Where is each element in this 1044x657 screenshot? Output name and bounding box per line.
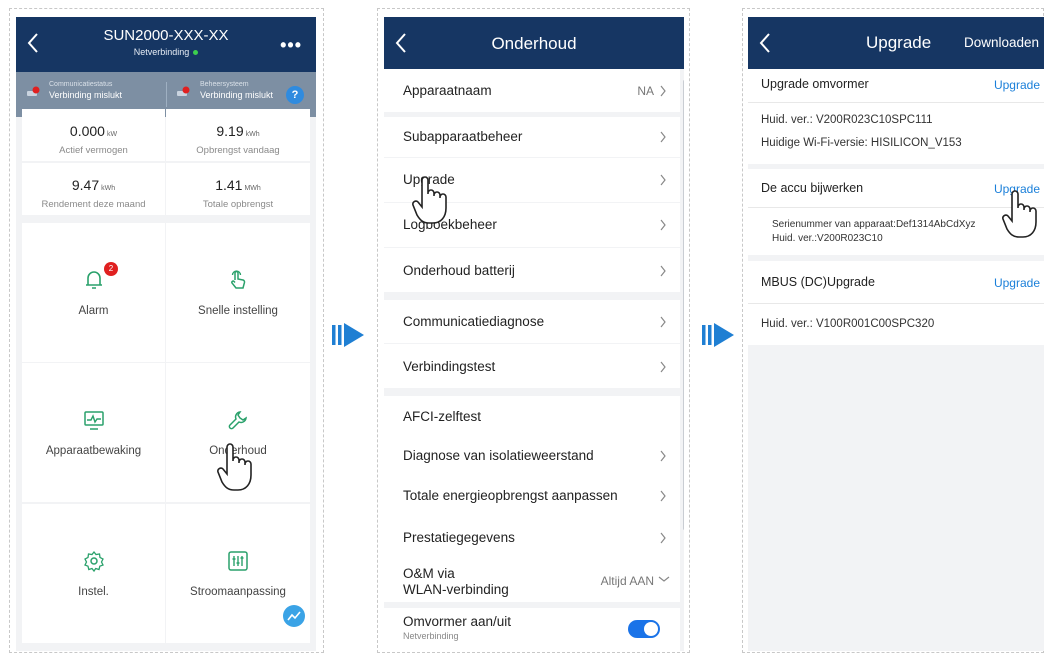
tile-power-adjustment[interactable]: Stroomaanpassing (166, 504, 310, 643)
chevron-right-icon (660, 131, 666, 143)
chevron-right-icon (660, 265, 666, 277)
row-performance-data[interactable]: Prestatiegegevens (384, 516, 680, 558)
upgrade-screen: Upgrade Downloaden Upgrade omvormer Upgr… (748, 17, 1044, 651)
tap-hand-icon (1002, 190, 1037, 238)
device-subtitle: Netverbinding (16, 47, 316, 57)
device-title: SUN2000-XXX-XX (103, 27, 229, 44)
maintenance-header: Onderhoud (384, 17, 684, 69)
status-divider (166, 82, 167, 107)
comm-error-icon (27, 86, 40, 96)
row-om-wlan[interactable]: O&M via WLAN-verbinding Altijd AAN (384, 558, 680, 602)
back-arrow-icon (759, 33, 770, 53)
chevron-right-icon (660, 532, 666, 544)
kpi-total-yield: 1.41 MWh Totale opbrengst (166, 163, 310, 215)
chart-fab-button[interactable] (283, 605, 305, 627)
page-title: Onderhoud (491, 34, 577, 53)
section-inverter-upgrade: Upgrade omvormer Upgrade Huid. ver.: V20… (748, 69, 1044, 164)
home-screen: SUN2000-XXX-XX Netverbinding ••• Communi… (16, 17, 316, 651)
row-device-name[interactable]: Apparaatnaam NA (384, 69, 680, 112)
chevron-right-icon (660, 361, 666, 373)
upgrade-header: Upgrade Downloaden (748, 17, 1044, 69)
trend-icon (287, 611, 301, 621)
download-button[interactable]: Downloaden (964, 35, 1039, 50)
section-mbus-upgrade: MBUS (DC)Upgrade Upgrade Huid. ver.: V10… (748, 261, 1044, 345)
chevron-down-icon (658, 576, 670, 582)
inverter-upgrade-button[interactable]: Upgrade (994, 78, 1040, 92)
help-button[interactable]: ? (286, 86, 304, 104)
sliders-icon (228, 551, 248, 571)
tap-hand-icon (412, 176, 447, 224)
page-title: Upgrade (866, 33, 932, 52)
chevron-right-icon (660, 450, 666, 462)
row-comm-diagnosis[interactable]: Communicatiediagnose (384, 300, 680, 343)
chevron-right-icon (660, 174, 666, 186)
chevron-right-icon (660, 85, 666, 97)
maintenance-screen: Onderhoud Apparaatnaam NA Subapparaatbeh… (384, 17, 684, 651)
row-inverter-onoff[interactable]: Omvormer aan/uit Netverbinding (384, 608, 680, 651)
kpi-yield-today: 9.19 kWh Opbrengst vandaag (166, 109, 310, 161)
tap-hand-icon (217, 443, 252, 491)
next-step-arrow-icon (332, 323, 364, 347)
bell-icon (85, 271, 102, 289)
next-step-arrow-icon (702, 323, 734, 347)
tile-settings[interactable]: Instel. (22, 504, 165, 643)
row-insulation-diagnosis[interactable]: Diagnose van isolatieweerstand (384, 436, 680, 476)
monitor-icon (83, 411, 104, 430)
row-afci-selftest[interactable]: AFCI-zelftest (384, 396, 680, 436)
divider (748, 303, 1044, 304)
inverter-toggle[interactable] (628, 620, 660, 638)
more-menu-button[interactable]: ••• (280, 35, 302, 56)
home-header: SUN2000-XXX-XX Netverbinding ••• (16, 17, 316, 72)
row-energy-adjust[interactable]: Totale energieopbrengst aanpassen (384, 476, 680, 516)
alarm-count-badge: 2 (104, 262, 118, 276)
kpi-month-yield: 9.47 kWh Rendement deze maand (22, 163, 165, 215)
row-battery-maintenance[interactable]: Onderhoud batterij (384, 248, 680, 292)
comm-status: Communicatiestatus Verbinding mislukt (49, 81, 123, 100)
mgmt-status: Beheersysteem Verbinding mislukt (200, 81, 274, 100)
chevron-right-icon (660, 219, 666, 231)
mbus-upgrade-button[interactable]: Upgrade (994, 276, 1040, 290)
tap-icon (231, 270, 246, 289)
tile-alarm[interactable]: 2 Alarm (22, 223, 165, 362)
scrollbar[interactable] (683, 80, 684, 530)
row-connection-test[interactable]: Verbindingstest (384, 344, 680, 388)
kpi-active-power: 0.000 kW Actief vermogen (22, 109, 165, 161)
chevron-right-icon (660, 316, 666, 328)
row-subdevice-mgmt[interactable]: Subapparaatbeheer (384, 117, 680, 157)
tile-quick-setup[interactable]: Snelle instelling (166, 223, 310, 362)
back-button[interactable] (758, 31, 780, 57)
tile-device-monitoring[interactable]: Apparaatbewaking (22, 363, 165, 502)
wrench-icon (228, 411, 247, 430)
mgmt-error-icon (177, 86, 190, 96)
chevron-right-icon (660, 490, 666, 502)
gear-icon (83, 550, 104, 573)
om-wlan-value[interactable]: Altijd AAN (601, 574, 654, 588)
divider (748, 102, 1044, 103)
online-dot-icon (193, 50, 199, 56)
